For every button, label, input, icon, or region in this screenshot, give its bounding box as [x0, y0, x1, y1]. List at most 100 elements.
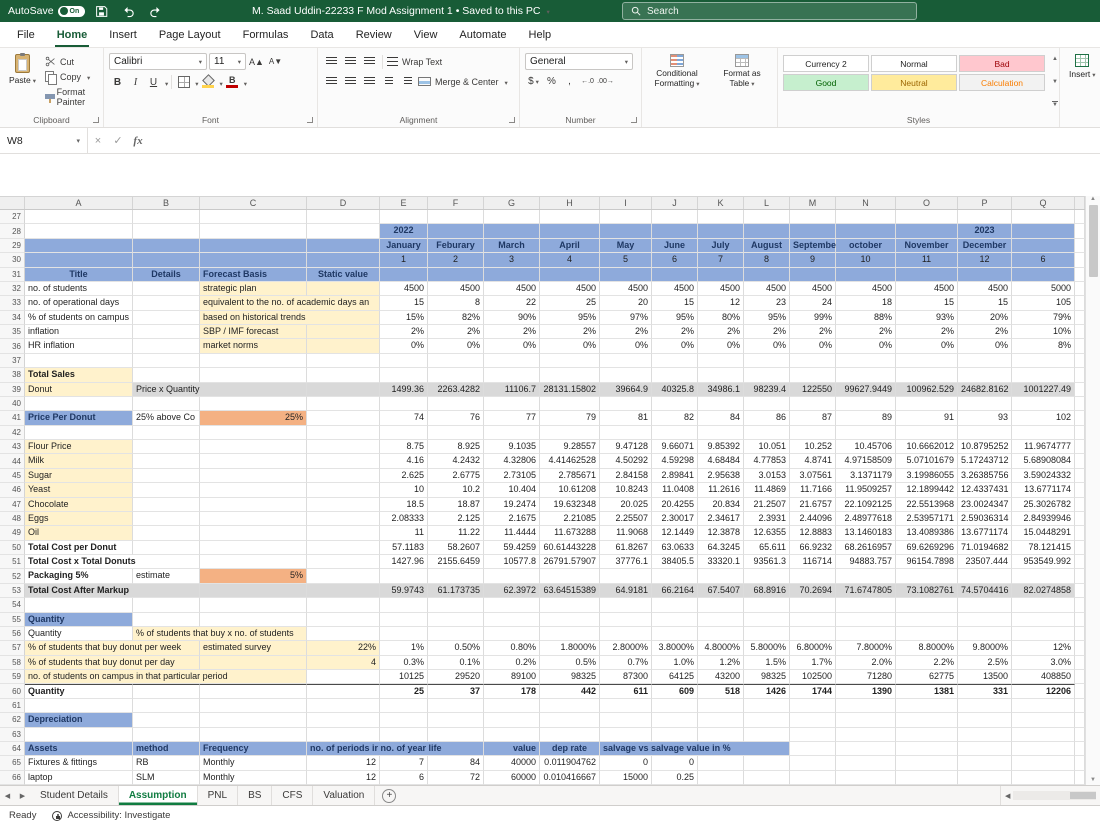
cell-B62[interactable] [133, 713, 200, 727]
cell-D29[interactable] [307, 239, 380, 253]
row-header-54[interactable]: 54 [0, 598, 25, 612]
cell-N36[interactable]: 0% [836, 339, 896, 353]
cell-H64[interactable]: dep rate [540, 742, 600, 756]
cell-B38[interactable] [133, 368, 200, 382]
cell-F45[interactable]: 2.6775 [428, 469, 484, 483]
cell-K61[interactable] [698, 699, 744, 713]
sheet-nav-prev-icon[interactable]: ◀ [0, 786, 15, 805]
cell-F41[interactable]: 76 [428, 411, 484, 425]
cell-E57[interactable]: 1% [380, 641, 428, 655]
cell-H65[interactable]: 0.011904762 [540, 756, 600, 770]
cell-F58[interactable]: 0.1% [428, 656, 484, 670]
cell-N53[interactable]: 71.6747805 [836, 584, 896, 598]
cell-Q44[interactable]: 5.68908084 [1012, 454, 1075, 468]
alignment-dialog-launcher[interactable] [509, 117, 515, 123]
cell-Q39[interactable]: 1001227.49 [1012, 383, 1075, 397]
cell-B33[interactable] [133, 296, 200, 310]
cell-M32[interactable]: 4500 [790, 282, 836, 296]
cell-N27[interactable] [836, 210, 896, 224]
cell-N46[interactable]: 11.9509257 [836, 483, 896, 497]
cell-E30[interactable]: 1 [380, 253, 428, 267]
cell-H32[interactable]: 4500 [540, 282, 600, 296]
cell-C51[interactable] [200, 555, 307, 569]
cell-A41[interactable]: Price Per Donut [25, 411, 133, 425]
col-header-A[interactable]: A [25, 197, 133, 209]
cell-P33[interactable]: 15 [958, 296, 1012, 310]
cell-A46[interactable]: Yeast [25, 483, 133, 497]
cell-I65[interactable]: 0 [600, 756, 652, 770]
cell-D53[interactable] [307, 584, 380, 598]
cell-H29[interactable]: April [540, 239, 600, 253]
cell-A65[interactable]: Fixtures & fittings [25, 756, 133, 770]
cell-P34[interactable]: 20% [958, 311, 1012, 325]
cell-J51[interactable]: 38405.5 [652, 555, 698, 569]
cell-P53[interactable]: 74.5704416 [958, 584, 1012, 598]
cell-A45[interactable]: Sugar [25, 469, 133, 483]
cell-L57[interactable]: 5.8000% [744, 641, 790, 655]
cell-Q63[interactable] [1012, 728, 1075, 742]
cell-K36[interactable]: 0% [698, 339, 744, 353]
cell-N66[interactable] [836, 771, 896, 785]
cell-K33[interactable]: 12 [698, 296, 744, 310]
cell-O49[interactable]: 13.4089386 [896, 526, 958, 540]
accessibility-status[interactable]: Accessibility: Investigate [52, 810, 170, 821]
cell-J36[interactable]: 0% [652, 339, 698, 353]
cell-Q45[interactable]: 3.59024332 [1012, 469, 1075, 483]
row-header-33[interactable]: 33 [0, 296, 25, 310]
comma-style-button[interactable]: , [561, 73, 578, 90]
row-header-57[interactable]: 57 [0, 641, 25, 655]
cell-H51[interactable]: 26791.57907 [540, 555, 600, 569]
cell-I55[interactable] [600, 613, 652, 627]
col-header-D[interactable]: D [307, 197, 380, 209]
tab-help[interactable]: Help [518, 22, 563, 47]
wrap-text-button[interactable]: Wrap Text [387, 57, 442, 67]
sheet-tab-bs[interactable]: BS [238, 786, 272, 805]
cell-B54[interactable] [133, 598, 200, 612]
cell-E28[interactable]: 2022 [380, 224, 428, 238]
cell-B28[interactable] [133, 224, 200, 238]
cell-I63[interactable] [600, 728, 652, 742]
cell-B55[interactable] [133, 613, 200, 627]
cell-G55[interactable] [484, 613, 540, 627]
cell-B36[interactable] [133, 339, 200, 353]
cell-F36[interactable]: 0% [428, 339, 484, 353]
cell-D48[interactable] [307, 512, 380, 526]
cell-A33[interactable]: no. of operational days [25, 296, 133, 310]
cell-Q28[interactable] [1012, 224, 1075, 238]
cell-Q66[interactable] [1012, 771, 1075, 785]
cell-N31[interactable] [836, 268, 896, 282]
cell-O62[interactable] [896, 713, 958, 727]
cell-H38[interactable] [540, 368, 600, 382]
scroll-down-icon[interactable]: ▼ [1090, 777, 1096, 783]
bold-button[interactable]: B [109, 74, 126, 91]
row-header-58[interactable]: 58 [0, 656, 25, 670]
cell-Q59[interactable]: 408850 [1012, 670, 1075, 684]
cell-A47[interactable]: Chocolate [25, 498, 133, 512]
cell-J31[interactable] [652, 268, 698, 282]
cell-Q53[interactable]: 82.0274858 [1012, 584, 1075, 598]
cell-G59[interactable]: 89100 [484, 670, 540, 684]
tab-insert[interactable]: Insert [98, 22, 148, 47]
cell-P65[interactable] [958, 756, 1012, 770]
cell-B61[interactable] [133, 699, 200, 713]
cell-L58[interactable]: 1.5% [744, 656, 790, 670]
cell-J50[interactable]: 63.0633 [652, 541, 698, 555]
cell-M64[interactable] [790, 742, 836, 756]
cell-K39[interactable]: 34986.1 [698, 383, 744, 397]
row-header-42[interactable]: 42 [0, 426, 25, 440]
cell-G34[interactable]: 90% [484, 311, 540, 325]
cell-L35[interactable]: 2% [744, 325, 790, 339]
cell-O29[interactable]: November [896, 239, 958, 253]
cell-O43[interactable]: 10.6662012 [896, 440, 958, 454]
row-header-47[interactable]: 47 [0, 498, 25, 512]
cell-K58[interactable]: 1.2% [698, 656, 744, 670]
cell-H49[interactable]: 11.673288 [540, 526, 600, 540]
cell-C48[interactable] [200, 512, 307, 526]
cell-C66[interactable]: Monthly [200, 771, 307, 785]
cell-G29[interactable]: March [484, 239, 540, 253]
cell-C33[interactable]: equivalent to the no. of academic days a… [200, 296, 380, 310]
cell-K35[interactable]: 2% [698, 325, 744, 339]
formula-input[interactable] [148, 128, 1100, 153]
cell-I36[interactable]: 0% [600, 339, 652, 353]
cell-H28[interactable] [540, 224, 600, 238]
